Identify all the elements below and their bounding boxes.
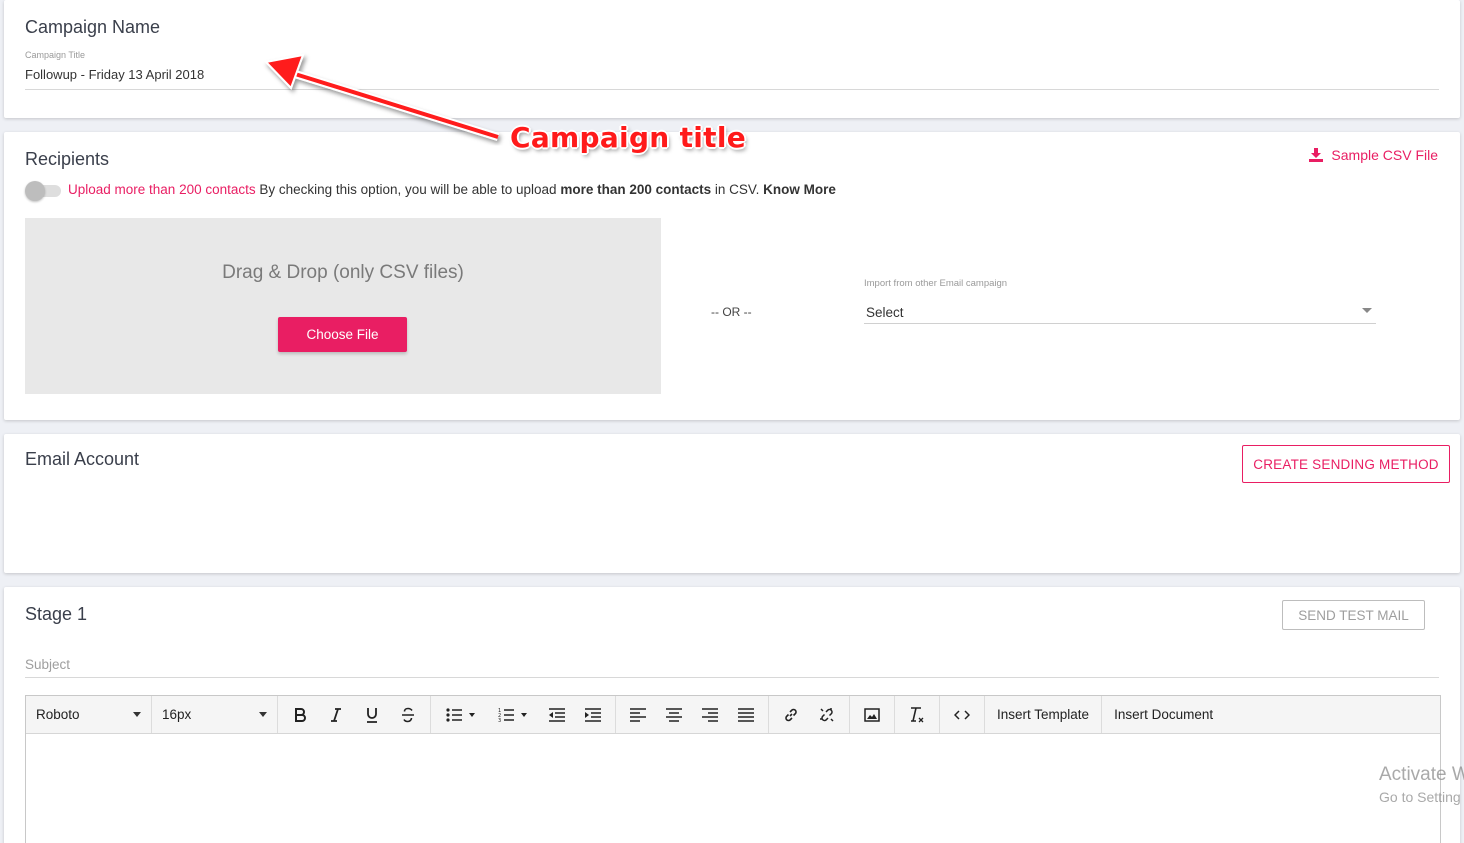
watermark-line-2: Go to Setting: [1379, 789, 1461, 805]
watermark-line-1: Activate W: [1379, 764, 1464, 785]
annotation-label: Campaign title: [510, 121, 747, 154]
activation-watermark: Activate W Go to Setting: [1379, 764, 1464, 805]
